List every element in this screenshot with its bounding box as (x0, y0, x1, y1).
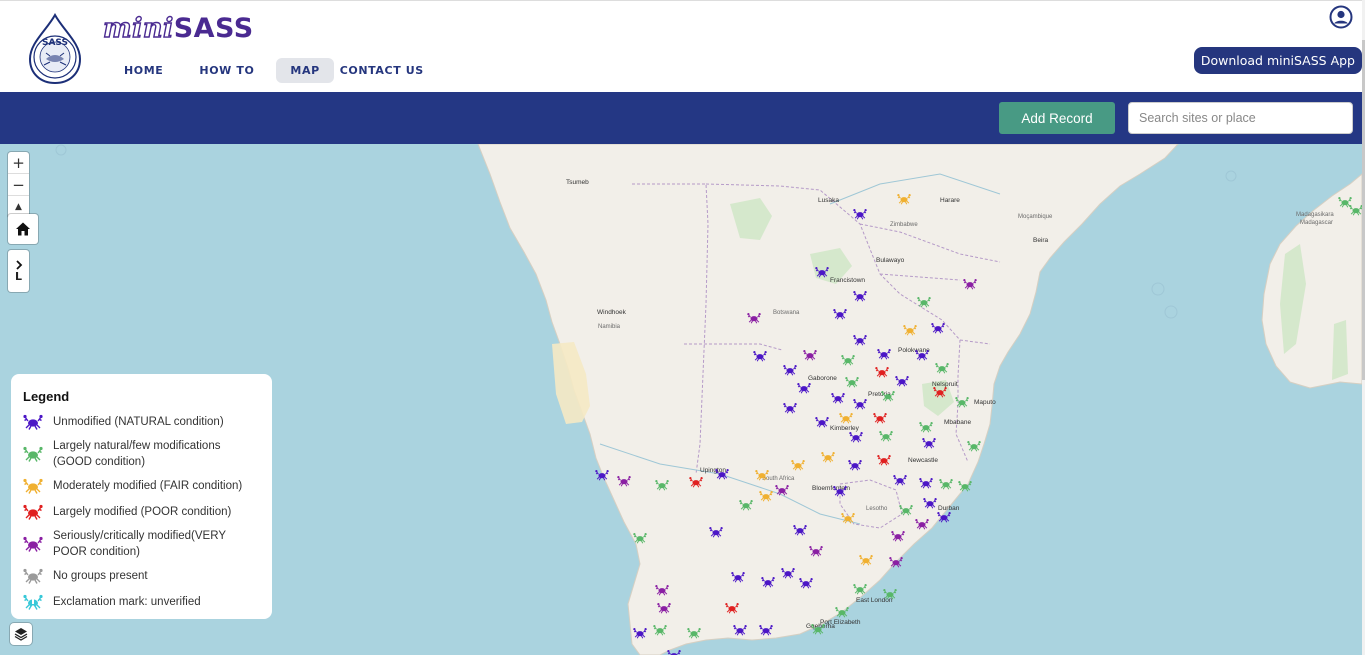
search-input[interactable] (1128, 102, 1353, 134)
site-header: SASS miniSASS HOME HOW TO MAP CONTACT US… (0, 0, 1365, 92)
brand-logo[interactable]: miniSASS (102, 12, 254, 44)
add-record-button[interactable]: Add Record (999, 102, 1115, 134)
user-account-icon[interactable] (1329, 5, 1353, 29)
legend-panel: Legend Unmodified (NATURAL condition) Lar… (11, 374, 272, 619)
crab-icon (23, 504, 43, 520)
legend-item-label: No groups present (53, 570, 148, 582)
legend-toggle-label: L (14, 269, 22, 283)
home-view-button[interactable] (8, 214, 38, 244)
nav-howto[interactable]: HOW TO (185, 58, 268, 83)
crab-icon (23, 594, 43, 610)
map-label-zimbabwe: Zimbabwe (890, 222, 918, 228)
download-app-button[interactable]: Download miniSASS App (1193, 47, 1362, 74)
legend-item-label: Largely modified (POOR condition) (53, 506, 232, 518)
map-label-francistown: Francistown (830, 277, 865, 284)
map-label-mbabane: Mbabane (944, 419, 971, 426)
map-label-mocambique: Moçambique (1018, 214, 1053, 220)
legend-toggle-button[interactable]: L (8, 250, 29, 292)
legend-item-label: Exclamation mark: unverified (53, 596, 201, 608)
crab-icon (23, 446, 43, 462)
legend-item: Moderately modified (FAIR condition) (23, 476, 260, 496)
map-label-newcastle: Newcastle (908, 457, 938, 464)
map-label-namibia: Namibia (598, 324, 621, 330)
legend-item: Largely modified (POOR condition) (23, 502, 260, 522)
legend-item: No groups present (23, 566, 260, 586)
legend-item-label: Moderately modified (FAIR condition) (53, 480, 243, 492)
legend-item-label: Unmodified (NATURAL condition) (53, 416, 224, 428)
map-label-bulawayo: Bulawayo (876, 257, 905, 264)
crab-icon (23, 478, 43, 494)
crab-icon (23, 414, 43, 430)
map-label-maputo: Maputo (974, 399, 996, 406)
legend-title: Legend (23, 389, 70, 404)
layers-icon (14, 628, 28, 641)
map-label-botswana: Botswana (773, 310, 800, 316)
main-nav: HOME HOW TO MAP CONTACT US (110, 58, 438, 83)
map-label-polokwane: Polokwane (898, 347, 930, 354)
legend-item-label: Seriously/critically modified(VERY POOR … (53, 530, 226, 558)
layers-button[interactable] (10, 623, 32, 645)
map-label-windhoek: Windhoek (597, 309, 627, 316)
legend-item-label: Largely natural/few modifications (GOOD … (53, 440, 221, 468)
map-label-lesotho: Lesotho (866, 506, 888, 512)
legend-item: Largely natural/few modifications (GOOD … (23, 438, 260, 470)
zoom-control: + − ▲ (8, 152, 29, 218)
brand-mini: mini (102, 12, 174, 44)
legend-item: Exclamation mark: unverified (23, 592, 260, 612)
map-label-nelspruit: Nelspruit (932, 381, 958, 388)
legend-item: Unmodified (NATURAL condition) (23, 412, 260, 432)
map-label-durban: Durban (938, 505, 960, 512)
zoom-in-button[interactable]: + (8, 152, 29, 174)
map-label-kimberley: Kimberley (830, 425, 860, 432)
map-label-madagasikara: Madagasikara (1296, 212, 1334, 218)
legend-item: Seriously/critically modified(VERY POOR … (23, 528, 260, 560)
map-label-lusaka: Lusaka (818, 197, 839, 204)
map-label-gaborone: Gaborone (808, 375, 837, 382)
map-label-harare: Harare (940, 197, 960, 204)
minisass-logo[interactable]: SASS (24, 13, 86, 85)
map-label-madagascar: Madagascar (1300, 220, 1333, 226)
home-icon (16, 222, 30, 236)
zoom-out-button[interactable]: − (8, 174, 29, 196)
chevron-right-icon (15, 259, 22, 270)
brand-sass: SASS (173, 13, 254, 44)
crab-icon (23, 536, 43, 552)
crab-icon (23, 568, 43, 584)
nav-home[interactable]: HOME (110, 58, 177, 83)
map-label-tsumeb: Tsumeb (566, 179, 589, 186)
map-label-beira: Beira (1033, 237, 1049, 244)
svg-text:SASS: SASS (42, 38, 68, 48)
nav-contact[interactable]: CONTACT US (326, 58, 438, 83)
site-marker[interactable] (667, 650, 681, 655)
